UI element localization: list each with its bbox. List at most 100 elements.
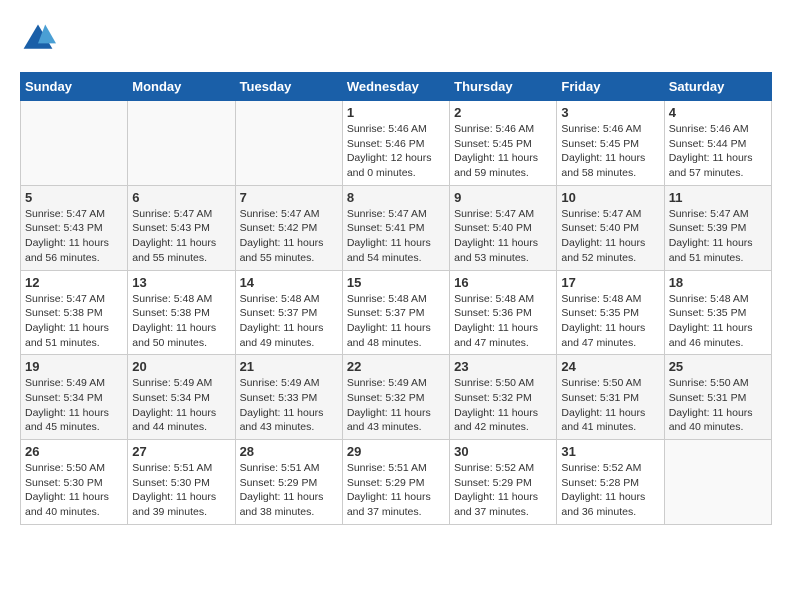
- day-number: 22: [347, 359, 445, 374]
- day-number: 12: [25, 275, 123, 290]
- calendar-week-row: 5 Sunrise: 5:47 AMSunset: 5:43 PMDaylight…: [21, 185, 772, 270]
- weekday-header-saturday: Saturday: [664, 73, 771, 101]
- calendar-cell[interactable]: 15Sunrise: 5:48 AMSunset: 5:37 PMDayligh…: [342, 270, 449, 355]
- weekday-header-friday: Friday: [557, 73, 664, 101]
- calendar-cell[interactable]: 21 Sunrise: 5:49 AMSunset: 5:33 PMDayligh…: [235, 355, 342, 440]
- day-info: Sunrise: 5:48 AMSunset: 5:38 PMDaylight:…: [132, 292, 230, 351]
- calendar-cell[interactable]: 28 Sunrise: 5:51 AMSunset: 5:29 PMDayligh…: [235, 440, 342, 525]
- calendar-cell[interactable]: 12 Sunrise: 5:47 AMSunset: 5:38 PMDayligh…: [21, 270, 128, 355]
- day-number: 25: [669, 359, 767, 374]
- day-info: Sunrise: 5:48 AMSunset: 5:35 PMDaylight:…: [669, 292, 767, 351]
- calendar-cell: [664, 440, 771, 525]
- day-info: Sunrise: 5:51 AMSunset: 5:29 PMDaylight:…: [240, 461, 338, 520]
- day-number: 30: [454, 444, 552, 459]
- calendar-cell[interactable]: 1Sunrise: 5:46 AMSunset: 5:46 PMDaylight…: [342, 101, 449, 186]
- day-info: Sunrise: 5:48 AMSunset: 5:35 PMDaylight:…: [561, 292, 659, 351]
- day-number: 21: [240, 359, 338, 374]
- calendar-cell[interactable]: 13 Sunrise: 5:48 AMSunset: 5:38 PMDayligh…: [128, 270, 235, 355]
- day-number: 31: [561, 444, 659, 459]
- calendar-cell[interactable]: 6 Sunrise: 5:47 AMSunset: 5:43 PMDaylight…: [128, 185, 235, 270]
- calendar-cell[interactable]: 2Sunrise: 5:46 AMSunset: 5:45 PMDaylight…: [450, 101, 557, 186]
- page-header: [20, 20, 772, 56]
- day-number: 28: [240, 444, 338, 459]
- calendar-cell[interactable]: 18Sunrise: 5:48 AMSunset: 5:35 PMDayligh…: [664, 270, 771, 355]
- day-info: Sunrise: 5:50 AMSunset: 5:31 PMDaylight:…: [669, 376, 767, 435]
- calendar-cell[interactable]: 11Sunrise: 5:47 AMSunset: 5:39 PMDayligh…: [664, 185, 771, 270]
- day-number: 6: [132, 190, 230, 205]
- day-number: 29: [347, 444, 445, 459]
- calendar-cell[interactable]: 27 Sunrise: 5:51 AMSunset: 5:30 PMDayligh…: [128, 440, 235, 525]
- calendar-cell[interactable]: 25 Sunrise: 5:50 AMSunset: 5:31 PMDayligh…: [664, 355, 771, 440]
- day-number: 13: [132, 275, 230, 290]
- calendar-cell[interactable]: 3 Sunrise: 5:46 AMSunset: 5:45 PMDaylight…: [557, 101, 664, 186]
- calendar-cell[interactable]: 4 Sunrise: 5:46 AMSunset: 5:44 PMDaylight…: [664, 101, 771, 186]
- day-number: 26: [25, 444, 123, 459]
- day-info: Sunrise: 5:47 AMSunset: 5:38 PMDaylight:…: [25, 292, 123, 351]
- calendar-cell[interactable]: 30Sunrise: 5:52 AMSunset: 5:29 PMDayligh…: [450, 440, 557, 525]
- calendar-cell[interactable]: 14 Sunrise: 5:48 AMSunset: 5:37 PMDayligh…: [235, 270, 342, 355]
- calendar-week-row: 12 Sunrise: 5:47 AMSunset: 5:38 PMDayligh…: [21, 270, 772, 355]
- calendar-cell[interactable]: 8 Sunrise: 5:47 AMSunset: 5:41 PMDaylight…: [342, 185, 449, 270]
- calendar-cell[interactable]: 19 Sunrise: 5:49 AMSunset: 5:34 PMDayligh…: [21, 355, 128, 440]
- logo: [20, 20, 60, 56]
- day-info: Sunrise: 5:49 AMSunset: 5:32 PMDaylight:…: [347, 376, 445, 435]
- logo-icon: [20, 20, 56, 56]
- day-number: 3: [561, 105, 659, 120]
- day-info: Sunrise: 5:46 AMSunset: 5:45 PMDaylight:…: [561, 122, 659, 181]
- day-info: Sunrise: 5:52 AMSunset: 5:28 PMDaylight:…: [561, 461, 659, 520]
- day-info: Sunrise: 5:47 AMSunset: 5:42 PMDaylight:…: [240, 207, 338, 266]
- weekday-header-wednesday: Wednesday: [342, 73, 449, 101]
- weekday-header-thursday: Thursday: [450, 73, 557, 101]
- day-info: Sunrise: 5:48 AMSunset: 5:36 PMDaylight:…: [454, 292, 552, 351]
- calendar-cell: [128, 101, 235, 186]
- day-info: Sunrise: 5:50 AMSunset: 5:32 PMDaylight:…: [454, 376, 552, 435]
- day-info: Sunrise: 5:48 AMSunset: 5:37 PMDaylight:…: [240, 292, 338, 351]
- day-info: Sunrise: 5:51 AMSunset: 5:30 PMDaylight:…: [132, 461, 230, 520]
- day-info: Sunrise: 5:49 AMSunset: 5:33 PMDaylight:…: [240, 376, 338, 435]
- calendar-week-row: 26 Sunrise: 5:50 AMSunset: 5:30 PMDayligh…: [21, 440, 772, 525]
- calendar-cell[interactable]: 16Sunrise: 5:48 AMSunset: 5:36 PMDayligh…: [450, 270, 557, 355]
- calendar-cell[interactable]: 17Sunrise: 5:48 AMSunset: 5:35 PMDayligh…: [557, 270, 664, 355]
- day-info: Sunrise: 5:46 AMSunset: 5:45 PMDaylight:…: [454, 122, 552, 181]
- calendar-cell[interactable]: 24Sunrise: 5:50 AMSunset: 5:31 PMDayligh…: [557, 355, 664, 440]
- weekday-header-tuesday: Tuesday: [235, 73, 342, 101]
- day-number: 9: [454, 190, 552, 205]
- day-info: Sunrise: 5:50 AMSunset: 5:30 PMDaylight:…: [25, 461, 123, 520]
- day-number: 8: [347, 190, 445, 205]
- calendar-week-row: 1Sunrise: 5:46 AMSunset: 5:46 PMDaylight…: [21, 101, 772, 186]
- calendar-cell[interactable]: 20Sunrise: 5:49 AMSunset: 5:34 PMDayligh…: [128, 355, 235, 440]
- calendar-cell[interactable]: 9 Sunrise: 5:47 AMSunset: 5:40 PMDaylight…: [450, 185, 557, 270]
- calendar-cell[interactable]: 26 Sunrise: 5:50 AMSunset: 5:30 PMDayligh…: [21, 440, 128, 525]
- day-info: Sunrise: 5:51 AMSunset: 5:29 PMDaylight:…: [347, 461, 445, 520]
- day-info: Sunrise: 5:46 AMSunset: 5:46 PMDaylight:…: [347, 122, 445, 181]
- day-number: 7: [240, 190, 338, 205]
- day-info: Sunrise: 5:46 AMSunset: 5:44 PMDaylight:…: [669, 122, 767, 181]
- day-number: 23: [454, 359, 552, 374]
- calendar-cell: [235, 101, 342, 186]
- day-number: 14: [240, 275, 338, 290]
- weekday-header-monday: Monday: [128, 73, 235, 101]
- calendar-cell[interactable]: 7 Sunrise: 5:47 AMSunset: 5:42 PMDaylight…: [235, 185, 342, 270]
- day-number: 27: [132, 444, 230, 459]
- day-info: Sunrise: 5:47 AMSunset: 5:43 PMDaylight:…: [132, 207, 230, 266]
- day-number: 4: [669, 105, 767, 120]
- weekday-header-row: SundayMondayTuesdayWednesdayThursdayFrid…: [21, 73, 772, 101]
- calendar-cell[interactable]: 31 Sunrise: 5:52 AMSunset: 5:28 PMDayligh…: [557, 440, 664, 525]
- day-info: Sunrise: 5:49 AMSunset: 5:34 PMDaylight:…: [25, 376, 123, 435]
- calendar-cell[interactable]: 10Sunrise: 5:47 AMSunset: 5:40 PMDayligh…: [557, 185, 664, 270]
- calendar-cell[interactable]: 5 Sunrise: 5:47 AMSunset: 5:43 PMDaylight…: [21, 185, 128, 270]
- day-number: 11: [669, 190, 767, 205]
- calendar-cell[interactable]: 22 Sunrise: 5:49 AMSunset: 5:32 PMDayligh…: [342, 355, 449, 440]
- calendar-cell[interactable]: 23 Sunrise: 5:50 AMSunset: 5:32 PMDayligh…: [450, 355, 557, 440]
- day-number: 20: [132, 359, 230, 374]
- day-number: 19: [25, 359, 123, 374]
- day-info: Sunrise: 5:47 AMSunset: 5:40 PMDaylight:…: [561, 207, 659, 266]
- calendar-cell[interactable]: 29 Sunrise: 5:51 AMSunset: 5:29 PMDayligh…: [342, 440, 449, 525]
- day-info: Sunrise: 5:47 AMSunset: 5:40 PMDaylight:…: [454, 207, 552, 266]
- day-number: 5: [25, 190, 123, 205]
- calendar-table: SundayMondayTuesdayWednesdayThursdayFrid…: [20, 72, 772, 525]
- day-info: Sunrise: 5:47 AMSunset: 5:41 PMDaylight:…: [347, 207, 445, 266]
- day-info: Sunrise: 5:47 AMSunset: 5:43 PMDaylight:…: [25, 207, 123, 266]
- calendar-week-row: 19 Sunrise: 5:49 AMSunset: 5:34 PMDayligh…: [21, 355, 772, 440]
- weekday-header-sunday: Sunday: [21, 73, 128, 101]
